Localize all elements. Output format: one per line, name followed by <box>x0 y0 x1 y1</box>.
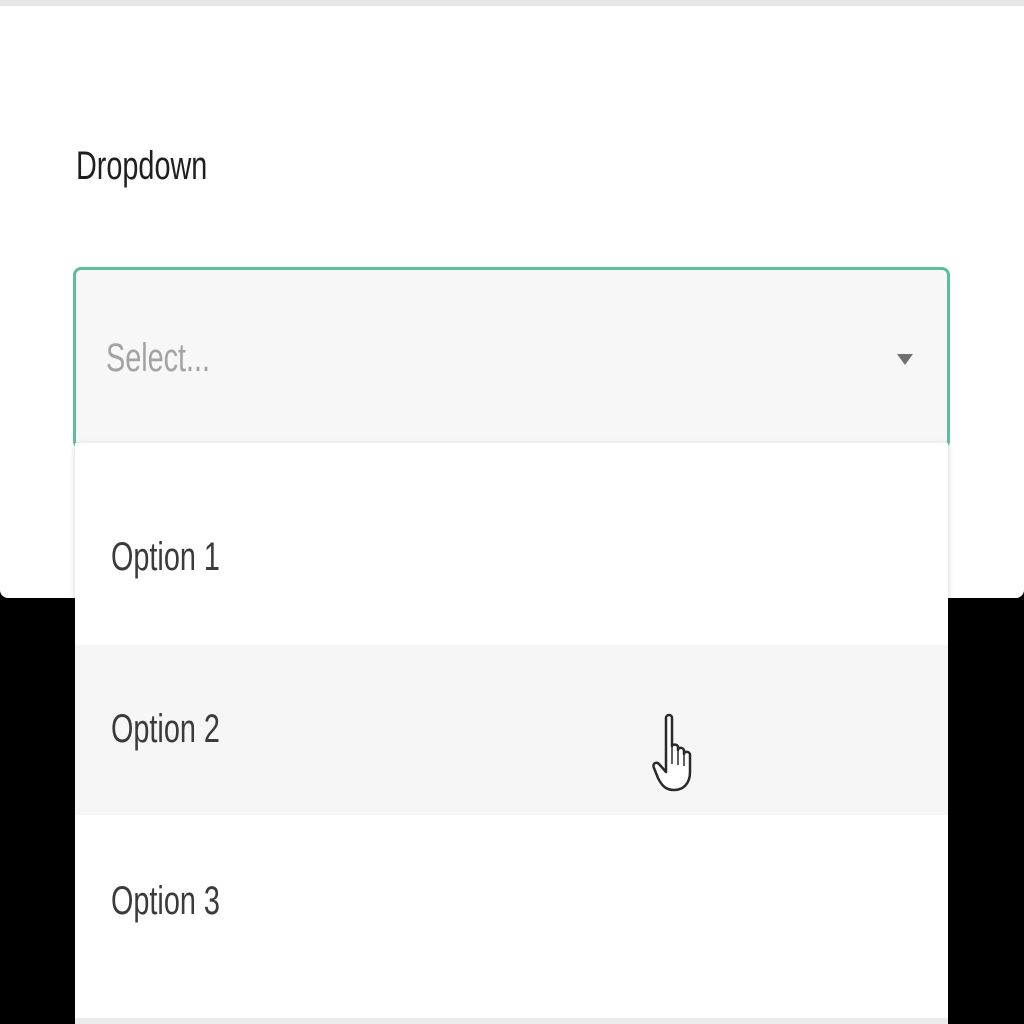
dropdown-option-3[interactable]: Option 3 <box>75 817 948 987</box>
dropdown-label: Dropdown <box>76 144 208 188</box>
dropdown-placeholder: Select... <box>106 336 211 380</box>
dropdown-option-1[interactable]: Option 1 <box>75 473 948 643</box>
dropdown-option-label: Option 2 <box>111 707 220 751</box>
dropdown-menu: Option 1 Option 2 Option 3 <box>75 443 948 1024</box>
menu-divider <box>75 1018 948 1024</box>
chevron-down-icon[interactable] <box>897 354 913 365</box>
dropdown-option-label: Option 3 <box>111 879 220 923</box>
dropdown-option-2[interactable]: Option 2 <box>75 645 948 815</box>
dropdown-select[interactable]: Select... <box>73 267 950 449</box>
dropdown-option-label: Option 1 <box>111 535 220 579</box>
